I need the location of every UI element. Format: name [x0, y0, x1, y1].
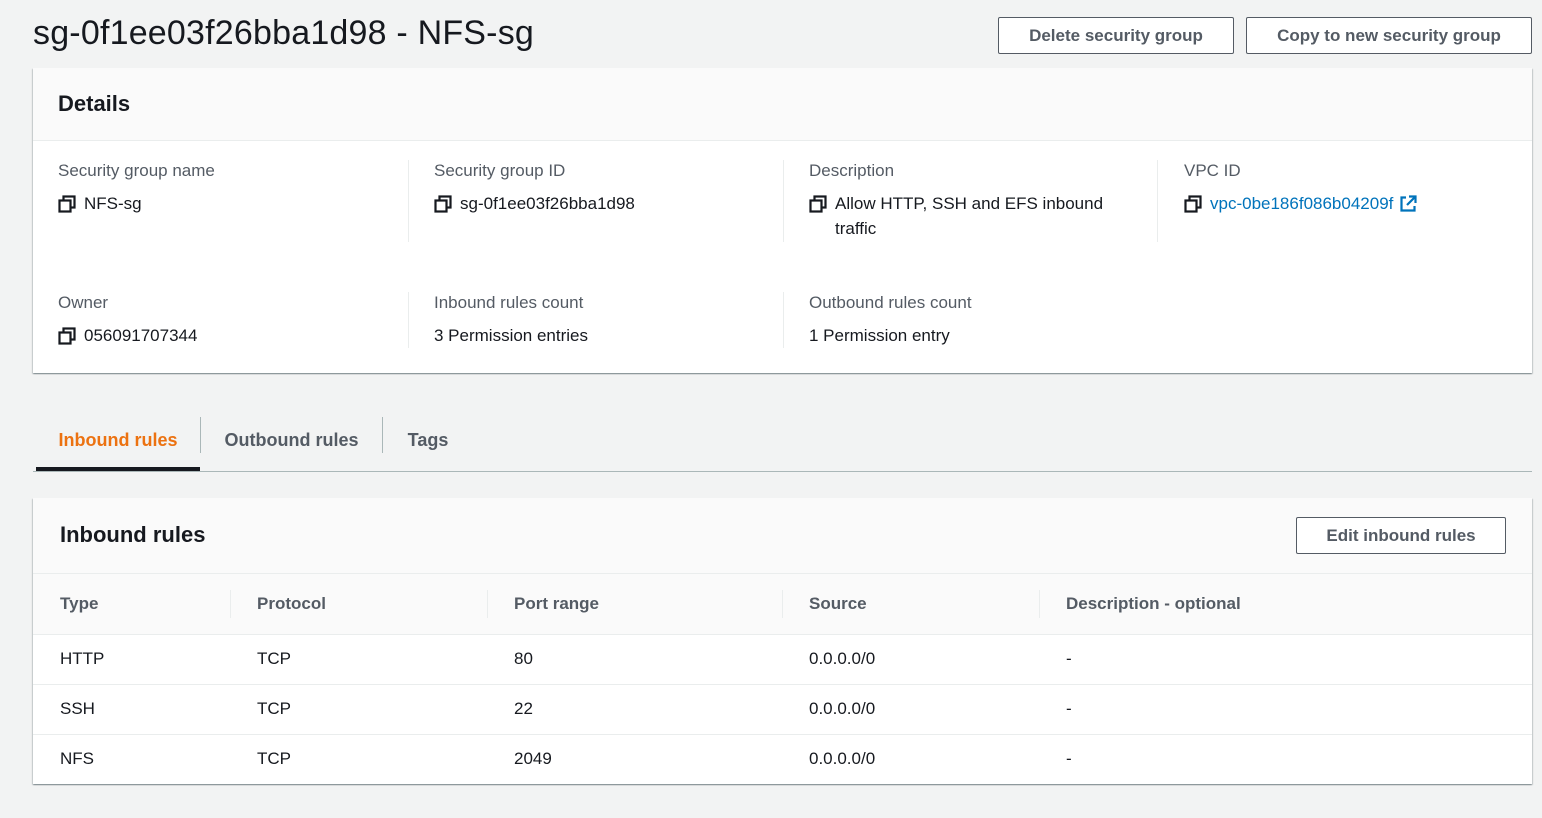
active-tab-indicator [36, 467, 200, 471]
tab-inbound-rules[interactable]: Inbound rules [36, 410, 200, 471]
copy-icon[interactable] [809, 195, 827, 213]
cell-port-range: 80 [487, 634, 782, 685]
table-row: NFS TCP 2049 0.0.0.0/0 - [33, 734, 1532, 784]
divider [783, 292, 784, 348]
cell-type: SSH [33, 684, 230, 735]
copy-icon[interactable] [1184, 195, 1202, 213]
divider [408, 292, 409, 348]
inbound-rules-panel: Inbound rules Edit inbound rules Type Pr… [33, 498, 1532, 784]
details-header: Details [33, 68, 1532, 141]
field-value: vpc-0be186f086b04209f [1184, 191, 1417, 216]
delete-security-group-button[interactable]: Delete security group [998, 17, 1234, 54]
cell-description: - [1039, 634, 1532, 685]
cell-protocol: TCP [230, 634, 487, 685]
field-value: 1 Permission entry [809, 323, 972, 348]
security-group-page: sg-0f1ee03f26bba1d98 - NFS-sg Delete sec… [0, 0, 1542, 818]
column-divider [1039, 590, 1040, 618]
vpc-id-link[interactable]: vpc-0be186f086b04209f [1210, 191, 1393, 216]
column-divider [230, 590, 231, 618]
field-description: Description Allow HTTP, SSH and EFS inbo… [809, 161, 1135, 241]
external-link-icon[interactable] [1399, 195, 1417, 213]
cell-description: - [1039, 684, 1532, 735]
field-value: NFS-sg [58, 191, 215, 216]
copy-icon[interactable] [58, 327, 76, 345]
tab-tags[interactable]: Tags [383, 410, 473, 471]
table-row: HTTP TCP 80 0.0.0.0/0 - [33, 634, 1532, 685]
field-label: Security group name [58, 161, 215, 180]
details-panel: Details Security group name NFS-sg Secur… [33, 68, 1532, 373]
field-label: Owner [58, 293, 109, 312]
column-label: Description - optional [1066, 593, 1241, 613]
edit-inbound-rules-button[interactable]: Edit inbound rules [1296, 517, 1506, 554]
cell-source: 0.0.0.0/0 [782, 634, 1039, 685]
inbound-rules-table: Type Protocol Port range Source Descript… [33, 574, 1532, 784]
column-divider [487, 590, 488, 618]
column-header-source[interactable]: Source [782, 574, 1039, 635]
field-label: Outbound rules count [809, 293, 972, 312]
cell-type: HTTP [33, 634, 230, 685]
column-label: Protocol [257, 593, 326, 613]
column-header-description[interactable]: Description - optional [1039, 574, 1532, 635]
field-label: Description [809, 161, 895, 180]
description-value: Allow HTTP, SSH and EFS inbound traffic [835, 194, 1104, 238]
field-outbound-rules-count: Outbound rules count 1 Permission entry [809, 293, 972, 348]
field-label: VPC ID [1184, 161, 1241, 180]
security-group-id-value: sg-0f1ee03f26bba1d98 [460, 194, 635, 213]
divider [783, 160, 784, 242]
cell-source: 0.0.0.0/0 [782, 684, 1039, 735]
copy-to-new-security-group-button[interactable]: Copy to new security group [1246, 17, 1532, 54]
cell-type: NFS [60, 749, 94, 769]
field-value: Allow HTTP, SSH and EFS inbound traffic [809, 191, 1135, 241]
column-label: Source [809, 593, 867, 613]
column-label: Type [60, 593, 99, 613]
table-header-row: Type Protocol Port range Source Descript… [33, 574, 1532, 635]
inbound-rules-title: Inbound rules [60, 522, 206, 547]
details-title: Details [58, 91, 131, 116]
field-owner: Owner 056091707344 [58, 293, 197, 348]
divider [1157, 160, 1158, 242]
table-row: SSH TCP 22 0.0.0.0/0 - [33, 684, 1532, 735]
field-value: sg-0f1ee03f26bba1d98 [434, 191, 635, 216]
field-value: 3 Permission entries [434, 323, 588, 348]
field-security-group-name: Security group name NFS-sg [58, 161, 215, 216]
inbound-rules-count-value: 3 Permission entries [434, 326, 589, 345]
divider [408, 160, 409, 242]
copy-icon[interactable] [434, 195, 452, 213]
field-security-group-id: Security group ID sg-0f1ee03f26bba1d98 [434, 161, 635, 216]
outbound-rules-count-value: 1 Permission entry [809, 326, 950, 345]
field-label: Inbound rules count [434, 293, 584, 312]
copy-icon[interactable] [58, 195, 76, 213]
column-header-type[interactable]: Type [33, 574, 230, 635]
cell-source: 0.0.0.0/0 [809, 749, 876, 769]
cell-protocol: TCP [257, 749, 291, 769]
tab-outbound-rules[interactable]: Outbound rules [201, 410, 382, 471]
column-divider [782, 590, 783, 618]
owner-value: 056091707344 [84, 326, 198, 345]
cell-protocol: TCP [230, 684, 487, 735]
column-header-protocol[interactable]: Protocol [230, 574, 487, 635]
cell-port-range: 22 [487, 684, 782, 735]
page-title: sg-0f1ee03f26bba1d98 - NFS-sg [33, 14, 535, 52]
field-inbound-rules-count: Inbound rules count 3 Permission entries [434, 293, 588, 348]
inbound-rules-header: Inbound rules Edit inbound rules [33, 498, 1532, 574]
tab-bar: Inbound rules Outbound rules Tags [33, 410, 1532, 472]
column-header-port-range[interactable]: Port range [487, 574, 782, 635]
column-label: Port range [514, 593, 600, 613]
security-group-name-value: NFS-sg [84, 194, 142, 213]
cell-port-range: 2049 [514, 749, 552, 769]
cell-description: - [1066, 749, 1072, 769]
field-vpc-id: VPC ID vpc-0be186f086b04209f [1184, 161, 1417, 216]
field-value: 056091707344 [58, 323, 197, 348]
field-label: Security group ID [434, 161, 566, 180]
